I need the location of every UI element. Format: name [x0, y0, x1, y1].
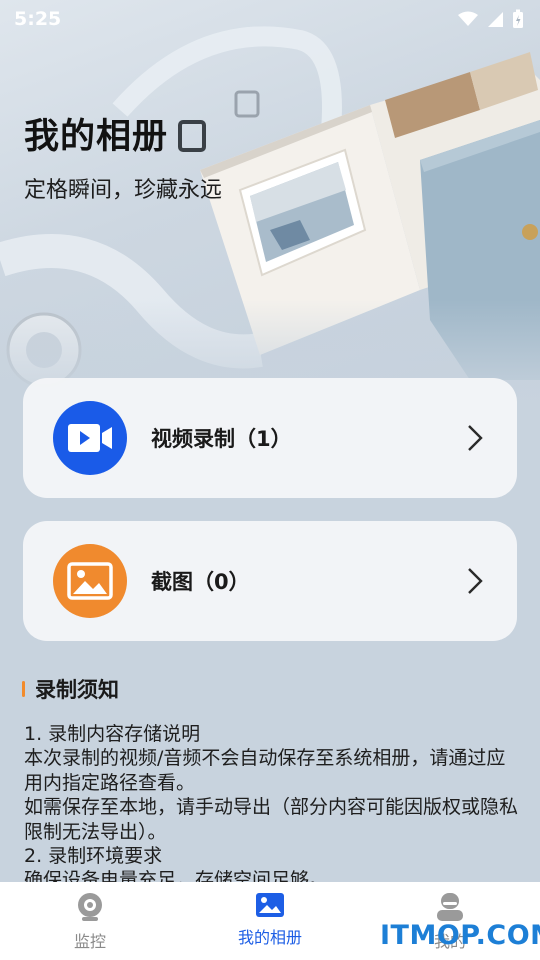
image-icon: [53, 544, 127, 618]
chevron-right-icon: [468, 425, 483, 451]
screenshot-card[interactable]: 截图（0）: [23, 521, 517, 641]
notice-line: 1. 录制内容存储说明: [24, 723, 201, 745]
status-bar: 5:25: [0, 0, 540, 38]
tab-my-album[interactable]: 我的相册: [180, 882, 360, 960]
video-recording-card[interactable]: 视频录制（1）: [23, 378, 517, 498]
page-title: 我的相册: [24, 117, 169, 157]
photo-album-icon: [256, 893, 284, 917]
page-subtitle: 定格瞬间，珍藏永远: [24, 178, 223, 203]
camera-icon: [78, 893, 102, 921]
battery-icon: [513, 9, 523, 28]
chevron-right-icon: [468, 568, 483, 594]
tab-my-album-label: 我的相册: [237, 928, 302, 947]
screenshot-label: 截图（0）: [151, 570, 250, 594]
cellular-signal-icon: [488, 12, 503, 27]
user-icon: [437, 893, 463, 921]
notice-line: 本次录制的视频/音频不会自动保存至系统相册，请通过应用内指定路径查看。: [24, 747, 506, 794]
video-recording-label: 视频录制（1）: [151, 427, 292, 451]
notice-line: 确保设备电量充足，存储空间足够。: [24, 869, 329, 882]
notice-line: 2. 录制环境要求: [24, 845, 163, 868]
video-camera-icon: [53, 401, 127, 475]
wifi-icon: [458, 11, 478, 26]
status-time: 5:25: [14, 8, 62, 30]
notice-line: 如需保存至本地，请手动导出（部分内容可能因版权或隐私限制无法导出）。: [24, 796, 519, 843]
notice-heading: 录制须知: [22, 674, 119, 704]
watermark: ITMOP.COM: [380, 920, 540, 951]
notice-title: 录制须知: [35, 678, 119, 702]
tab-monitor[interactable]: 监控: [0, 882, 180, 960]
notice-accent-bar: [22, 681, 25, 697]
notice-body: 1. 录制内容存储说明 本次录制的视频/音频不会自动保存至系统相册，请通过应用内…: [24, 722, 524, 882]
tab-monitor-label: 监控: [73, 932, 106, 951]
